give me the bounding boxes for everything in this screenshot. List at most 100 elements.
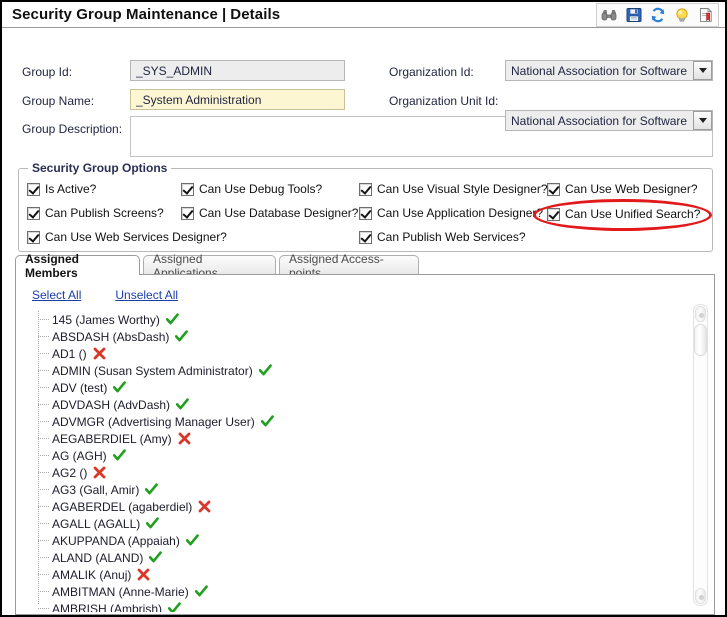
chevron-down-icon[interactable] xyxy=(693,111,712,130)
list-item-label: AMBRISH (Ambrish) xyxy=(52,601,163,613)
check-icon[interactable] xyxy=(27,182,40,196)
checkbox-label: Can Use Web Services Designer? xyxy=(45,230,227,244)
save-icon[interactable] xyxy=(625,7,642,24)
report-icon[interactable] xyxy=(697,7,714,24)
organization-unit-id-select[interactable]: National Association for Software E xyxy=(505,110,713,131)
security-group-options-legend: Security Group Options xyxy=(28,161,172,175)
checkbox-can-use-debug-tools[interactable]: Can Use Debug Tools? xyxy=(181,182,322,196)
tree-branch-icon xyxy=(38,574,49,576)
organization-id-value: National Association for Software E xyxy=(511,64,690,78)
check-icon[interactable] xyxy=(27,230,40,244)
select-all-link[interactable]: Select All xyxy=(32,288,81,302)
list-item-label: AD1 () xyxy=(52,346,87,361)
checkbox-label: Can Use Web Designer? xyxy=(565,182,698,196)
checkbox-label: Can Use Application Designer? xyxy=(377,206,544,220)
tab-label: Assigned Members xyxy=(25,251,80,280)
lightbulb-icon[interactable] xyxy=(673,7,690,24)
list-item[interactable]: AG3 (Gall, Amir) xyxy=(28,481,680,498)
list-item[interactable]: ADVDASH (AdvDash) xyxy=(28,396,680,413)
list-item[interactable]: 145 (James Worthy) xyxy=(28,311,680,328)
green-check-icon xyxy=(258,364,272,377)
list-item[interactable]: AGABERDEL (agaberdiel) xyxy=(28,498,680,515)
tree-branch-icon xyxy=(38,540,49,542)
check-icon[interactable] xyxy=(181,182,194,196)
check-icon[interactable] xyxy=(547,207,560,221)
checkbox-can-use-web-designer[interactable]: Can Use Web Designer? xyxy=(547,182,698,196)
tab-assigned-access-points[interactable]: Assigned Access-points xyxy=(279,252,419,280)
unselect-all-link[interactable]: Unselect All xyxy=(115,288,178,302)
group-name-input[interactable] xyxy=(130,89,345,110)
organization-id-select[interactable]: National Association for Software E xyxy=(505,60,713,81)
title-separator: | xyxy=(221,6,227,23)
list-item-label: AGABERDEL (agaberdiel) xyxy=(52,499,193,514)
chevron-down-icon[interactable] xyxy=(693,61,712,80)
list-item-label: AMALIK (Anuj) xyxy=(52,567,132,582)
list-item-label: AG (AGH) xyxy=(52,448,107,463)
list-item[interactable]: AGALL (AGALL) xyxy=(28,515,680,532)
list-item[interactable]: ADMIN (Susan System Administrator) xyxy=(28,362,680,379)
list-item[interactable]: AG2 () xyxy=(28,464,680,481)
tree-branch-icon xyxy=(38,353,49,355)
refresh-icon[interactable] xyxy=(649,7,666,24)
tree-branch-icon xyxy=(38,455,49,457)
list-item[interactable]: AMBITMAN (Anne-Marie) xyxy=(28,583,680,600)
green-check-icon xyxy=(146,517,160,530)
green-check-icon xyxy=(165,313,179,326)
scroll-up-button[interactable] xyxy=(695,306,706,322)
list-item-label: ADVMGR (Advertising Manager User) xyxy=(52,414,255,429)
checkbox-can-use-unified-search[interactable]: Can Use Unified Search? xyxy=(547,207,700,221)
binoculars-icon[interactable] xyxy=(601,7,618,24)
green-check-icon xyxy=(149,551,163,564)
organization-id-label: Organization Id: xyxy=(389,65,474,79)
list-item-label: ADV (test) xyxy=(52,380,108,395)
list-item[interactable]: AEGABERDIEL (Amy) xyxy=(28,430,680,447)
checkbox-can-use-web-services-designer[interactable]: Can Use Web Services Designer? xyxy=(27,230,227,244)
list-item[interactable]: AKUPPANDA (Appaiah) xyxy=(28,532,680,549)
list-item[interactable]: AMBRISH (Ambrish) xyxy=(28,600,680,612)
tree-branch-icon xyxy=(38,608,49,610)
green-check-icon xyxy=(176,398,189,411)
list-item[interactable]: AMALIK (Anuj) xyxy=(28,566,680,583)
check-icon[interactable] xyxy=(359,230,372,244)
checkbox-label: Can Publish Screens? xyxy=(45,206,164,220)
list-item-label: ADMIN (Susan System Administrator) xyxy=(52,363,253,378)
list-item[interactable]: ADVMGR (Advertising Manager User) xyxy=(28,413,680,430)
check-icon[interactable] xyxy=(359,206,372,220)
member-tree: 145 (James Worthy) ABSDASH (AbsDash) AD1 (… xyxy=(28,311,680,612)
organization-unit-id-label: Organization Unit Id: xyxy=(389,94,499,108)
checkbox-is-active[interactable]: Is Active? xyxy=(27,182,96,196)
toolbar xyxy=(596,3,719,27)
group-id-input[interactable] xyxy=(130,60,345,81)
green-check-icon xyxy=(145,483,159,496)
list-item[interactable]: ALAND (ALAND) xyxy=(28,549,680,566)
check-icon[interactable] xyxy=(547,182,560,196)
list-item[interactable]: ADV (test) xyxy=(28,379,680,396)
tree-branch-icon xyxy=(38,404,49,406)
checkbox-label: Can Use Unified Search? xyxy=(565,207,701,221)
list-item[interactable]: AG (AGH) xyxy=(28,447,680,464)
checkbox-label: Is Active? xyxy=(45,182,97,196)
checkbox-can-publish-web-services[interactable]: Can Publish Web Services? xyxy=(359,230,526,244)
checkbox-can-publish-screens[interactable]: Can Publish Screens? xyxy=(27,206,164,220)
tree-branch-icon xyxy=(38,506,49,508)
check-icon[interactable] xyxy=(359,182,372,196)
scrollbar-thumb[interactable] xyxy=(694,324,707,356)
checkbox-can-use-application-designer[interactable]: Can Use Application Designer? xyxy=(359,206,543,220)
checkbox-can-use-visual-style-designer[interactable]: Can Use Visual Style Designer? xyxy=(359,182,548,196)
check-icon[interactable] xyxy=(27,206,40,220)
green-check-icon xyxy=(194,585,208,598)
tab-assigned-applications[interactable]: Assigned Applications xyxy=(143,252,276,280)
check-icon[interactable] xyxy=(181,206,194,220)
list-item[interactable]: ABSDASH (AbsDash) xyxy=(28,328,680,345)
tree-branch-icon xyxy=(38,523,49,525)
member-list-scrollbar[interactable] xyxy=(693,304,708,606)
tab-assigned-members[interactable]: Assigned Members xyxy=(15,252,140,280)
page-title: Security Group Maintenance | Details xyxy=(12,6,280,23)
tab-strip: Assigned Members Assigned Applications A… xyxy=(15,252,715,280)
list-item[interactable]: AD1 () xyxy=(28,345,680,362)
checkbox-can-use-database-designer[interactable]: Can Use Database Designer? xyxy=(181,206,358,220)
page-title-sub: Details xyxy=(230,6,281,23)
title-bar: Security Group Maintenance | Details xyxy=(2,2,725,28)
scroll-down-button[interactable] xyxy=(695,588,706,604)
list-action-links: Select All Unselect All xyxy=(32,288,178,302)
